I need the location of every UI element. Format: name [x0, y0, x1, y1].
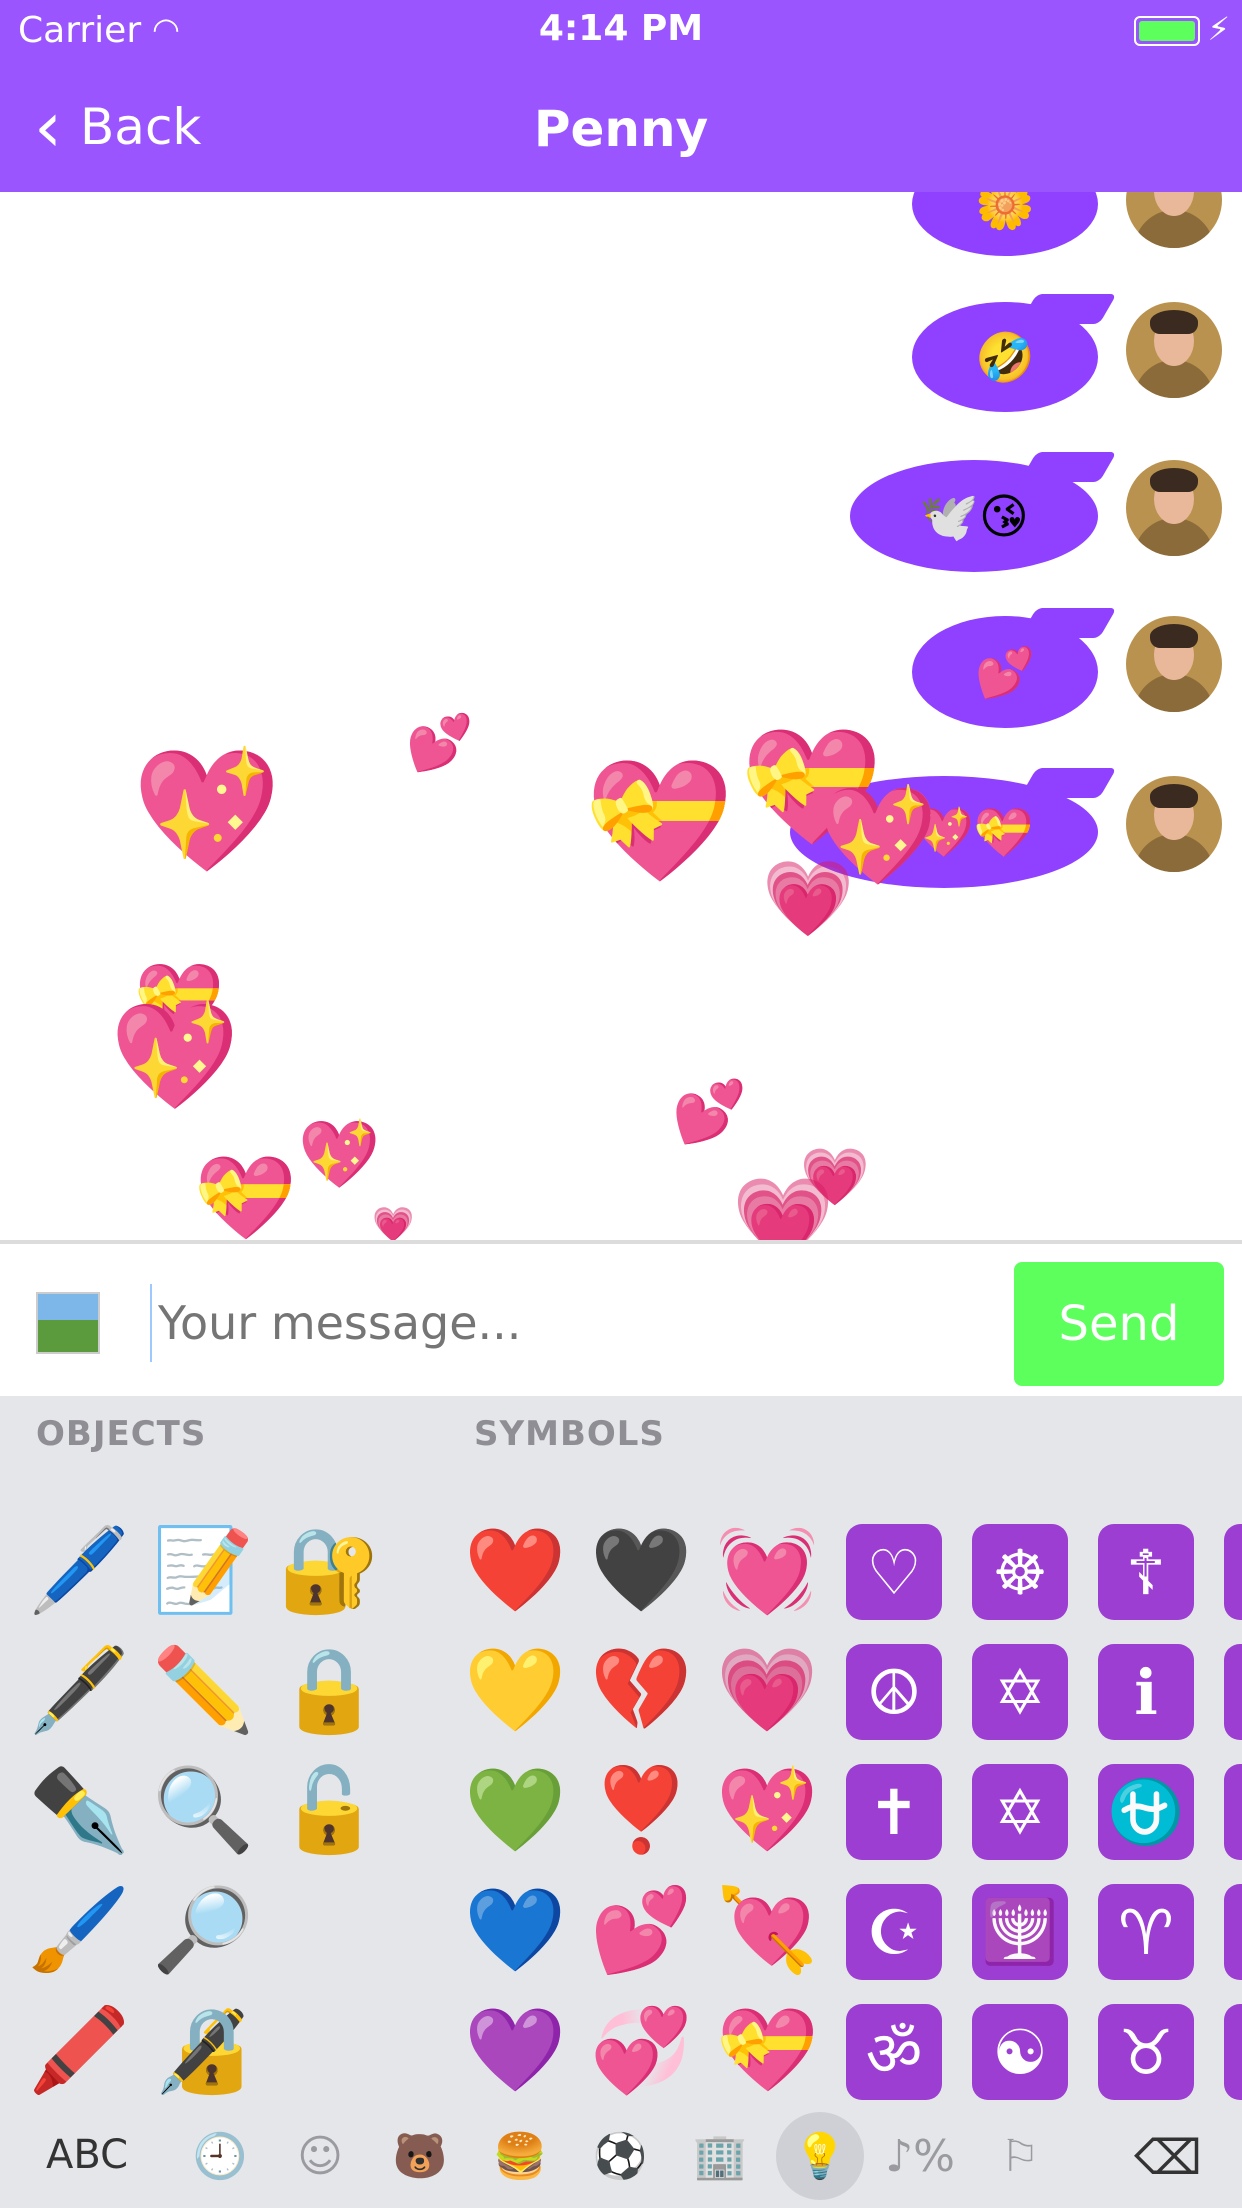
emoji-key-partial[interactable]: [1224, 1644, 1242, 1740]
floating-gift-heart: 💝: [584, 752, 734, 891]
delete-icon[interactable]: ⌫: [1134, 2130, 1202, 2186]
emoji-key-partial[interactable]: [1224, 2004, 1242, 2100]
section-label-objects: OBJECTS: [36, 1414, 207, 1454]
emoji-key[interactable]: 🔏: [148, 1996, 258, 2106]
emoji-key[interactable]: ✒️: [24, 1756, 134, 1866]
emoji-key[interactable]: 💞: [586, 1996, 696, 2106]
emoji-key[interactable]: 💙: [460, 1876, 570, 1986]
emoji-key[interactable]: 🖌️: [24, 1876, 134, 1986]
floating-heart: 💗: [762, 856, 855, 942]
emoji-key[interactable]: 🔐: [274, 1516, 384, 1626]
smileys-icon[interactable]: ☺: [290, 2126, 350, 2186]
message-bubble[interactable]: 💕: [912, 608, 1117, 728]
symbols-icon[interactable]: ♪%: [885, 2126, 955, 2186]
emoji-key-partial[interactable]: [1224, 1884, 1242, 1980]
send-button[interactable]: Send: [1014, 1262, 1224, 1386]
photo-attach-icon[interactable]: [36, 1292, 100, 1354]
travel-icon[interactable]: 🏢: [690, 2126, 750, 2186]
message-input[interactable]: [150, 1284, 1000, 1362]
floating-two-hearts: 💕: [672, 1077, 747, 1147]
emoji-key[interactable]: ✡: [972, 1644, 1068, 1740]
emoji-key[interactable]: 💕: [586, 1876, 696, 1986]
emoji-key[interactable]: 💜: [460, 1996, 570, 2106]
floating-heart: 💗: [372, 1205, 415, 1240]
emoji-key[interactable]: 💗: [712, 1636, 822, 1746]
charging-icon: ⚡: [1207, 10, 1230, 48]
emoji-key[interactable]: ☸: [972, 1524, 1068, 1620]
section-label-symbols: SYMBOLS: [474, 1414, 665, 1454]
emoji-key[interactable]: 🖋️: [24, 1636, 134, 1746]
message-bubble[interactable]: 🤣: [912, 294, 1117, 412]
emoji-key[interactable]: ✡: [972, 1764, 1068, 1860]
clock: 4:14 PM: [538, 8, 704, 49]
status-bar: Carrier ◠ 4:14 PM ⚡: [0, 0, 1242, 62]
emoji-key[interactable]: ☮: [846, 1644, 942, 1740]
page-title: Penny: [533, 100, 709, 158]
emoji-key[interactable]: 🖊️: [24, 1516, 134, 1626]
floating-two-hearts: 💕: [406, 711, 474, 774]
emoji-key[interactable]: ♉: [1098, 2004, 1194, 2100]
emoji-key[interactable]: 💖: [712, 1756, 822, 1866]
avatar[interactable]: [1126, 192, 1222, 248]
recent-icon[interactable]: 🕘: [190, 2126, 250, 2186]
objects-icon[interactable]: 💡: [776, 2112, 864, 2200]
emoji-key[interactable]: ♈: [1098, 1884, 1194, 1980]
battery-icon: [1134, 16, 1200, 46]
emoji-key-partial[interactable]: [1224, 1524, 1242, 1620]
message-bubble[interactable]: 🌼: [912, 192, 1098, 256]
emoji-key[interactable]: ☪: [846, 1884, 942, 1980]
emoji-key[interactable]: ♡: [846, 1524, 942, 1620]
emoji-key[interactable]: 🖍️: [24, 1996, 134, 2106]
avatar[interactable]: [1126, 302, 1222, 398]
chat-area[interactable]: 🌼 🤣 🕊️😘 💕 💖💖💝 💖 💕 💝 💝 💖 💗 💝 💖 💕 💖 💗 💝 💗 …: [0, 192, 1242, 1240]
animals-icon[interactable]: 🐻: [390, 2126, 450, 2186]
emoji-key[interactable]: ✝: [846, 1764, 942, 1860]
emoji-key[interactable]: ☯: [972, 2004, 1068, 2100]
emoji-key[interactable]: 💛: [460, 1636, 570, 1746]
keyboard-category-bar: ABC 🕘 ☺ 🐻 🍔 ⚽ 🏢 💡 ♪% ⚐ ⌫: [0, 2096, 1242, 2208]
emoji-key[interactable]: ⛎: [1098, 1764, 1194, 1860]
emoji-key[interactable]: 💔: [586, 1636, 696, 1746]
avatar[interactable]: [1126, 460, 1222, 556]
emoji-key[interactable]: ॐ: [846, 2004, 942, 2100]
message-content: 🕊️😘: [919, 488, 1029, 545]
emoji-key[interactable]: 💘: [712, 1876, 822, 1986]
emoji-key[interactable]: ℹ: [1098, 1644, 1194, 1740]
emoji-key[interactable]: 🖤: [586, 1516, 696, 1626]
floating-sparkling-heart: 💖: [298, 1116, 381, 1193]
emoji-key[interactable]: 🕎: [972, 1884, 1068, 1980]
emoji-key[interactable]: ❤️: [460, 1516, 570, 1626]
emoji-key[interactable]: ❣️: [586, 1756, 696, 1866]
floating-gift-heart: 💝: [194, 1151, 297, 1240]
floating-heart: 💗: [732, 1173, 835, 1241]
message-bubble[interactable]: 🕊️😘: [850, 452, 1117, 572]
emoji-key[interactable]: 🔍: [148, 1756, 258, 1866]
emoji-key[interactable]: 🔎: [148, 1876, 258, 1986]
emoji-key[interactable]: 🔒: [274, 1636, 384, 1746]
flags-icon[interactable]: ⚐: [990, 2126, 1050, 2186]
emoji-key-partial[interactable]: [1224, 1764, 1242, 1860]
emoji-keyboard: OBJECTS SYMBOLS 🖊️ 📝 🔐 🖋️ ✏️ 🔒 ✒️ 🔍 🔓 🖌️…: [0, 1396, 1242, 2208]
activity-icon[interactable]: ⚽: [590, 2126, 650, 2186]
message-composer: Send: [0, 1240, 1242, 1400]
emoji-key[interactable]: ☦: [1098, 1524, 1194, 1620]
emoji-key[interactable]: 📝: [148, 1516, 258, 1626]
food-icon[interactable]: 🍔: [490, 2126, 550, 2186]
message-content: 💕: [975, 644, 1035, 701]
emoji-key[interactable]: 🔓: [274, 1756, 384, 1866]
emoji-key[interactable]: ✏️: [148, 1636, 258, 1746]
floating-sparkling-heart: 💖: [132, 742, 282, 881]
floating-sparkling-heart: 💖: [110, 995, 240, 1117]
message-content: 🤣: [975, 329, 1035, 386]
abc-key[interactable]: ABC: [46, 2132, 128, 2178]
message-content: 🌼: [975, 192, 1035, 233]
avatar[interactable]: [1126, 776, 1222, 872]
emoji-key[interactable]: 💓: [712, 1516, 822, 1626]
avatar[interactable]: [1126, 616, 1222, 712]
emoji-key[interactable]: 💝: [712, 1996, 822, 2106]
emoji-key[interactable]: 💚: [460, 1756, 570, 1866]
nav-bar: ‹ Back Penny: [0, 62, 1242, 192]
